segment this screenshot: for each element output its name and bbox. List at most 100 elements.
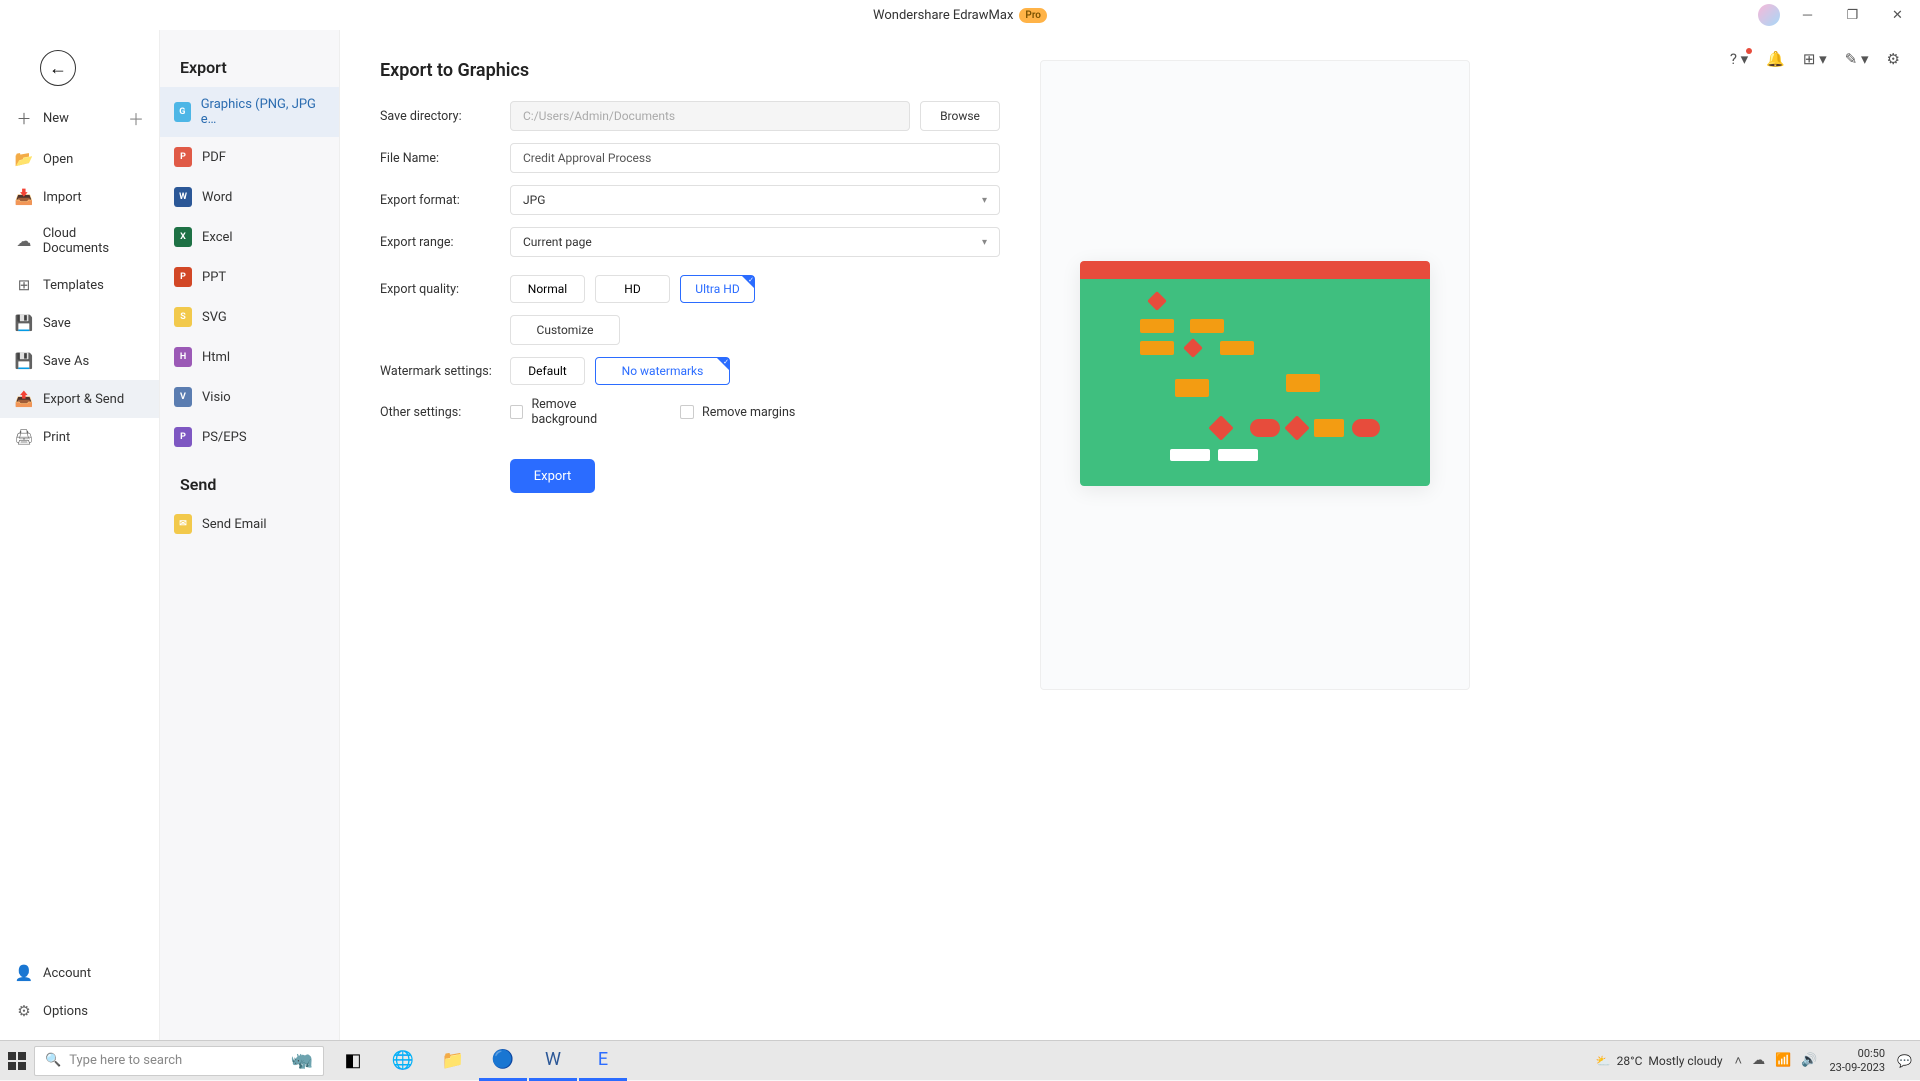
save-dir-label: Save directory: — [380, 109, 510, 124]
format-excel[interactable]: XExcel — [160, 217, 339, 257]
user-avatar[interactable] — [1758, 4, 1780, 26]
sidebar-icon: 📤 — [15, 390, 33, 408]
quality-label: Export quality: — [380, 282, 510, 297]
watermark-label: Watermark settings: — [380, 364, 510, 379]
taskbar: 🔍 Type here to search 🦏 ◧ 🌐 📁 🔵 W E ⛅ 28… — [0, 1040, 1920, 1080]
edit-icon[interactable]: ✎ ▾ — [1845, 50, 1869, 68]
format-pseps[interactable]: PPS/EPS — [160, 417, 339, 457]
plus-icon[interactable]: ＋ — [128, 106, 144, 130]
format-graphics[interactable]: GGraphics (PNG, JPG e… — [160, 87, 339, 137]
bell-icon[interactable]: 🔔 — [1766, 50, 1785, 68]
sidebar-item-open[interactable]: 📂Open — [0, 140, 159, 178]
apps-icon[interactable]: ⊞ ▾ — [1803, 50, 1827, 68]
format-icon: P — [174, 427, 192, 447]
tray-chevron-icon[interactable]: ˄ — [1735, 1053, 1743, 1069]
quality-option-normal[interactable]: Normal — [510, 275, 585, 303]
range-select[interactable]: Current page — [510, 227, 1000, 257]
quality-option-hd[interactable]: HD — [595, 275, 670, 303]
maximize-button[interactable]: ❐ — [1830, 0, 1875, 30]
sidebar-item-new[interactable]: ＋New＋ — [0, 96, 159, 140]
sidebar-item-account[interactable]: 👤Account — [0, 954, 159, 992]
browse-button[interactable]: Browse — [920, 101, 1000, 131]
watermark-option-no-watermarks[interactable]: No watermarks — [595, 357, 730, 385]
send-heading: Send — [160, 457, 339, 504]
format-icon: W — [174, 187, 192, 207]
sidebar-item-cloud-documents[interactable]: ☁Cloud Documents — [0, 216, 159, 266]
start-button[interactable] — [8, 1052, 26, 1070]
range-label: Export range: — [380, 235, 510, 250]
remove-bg-check[interactable]: Remove background — [510, 397, 640, 427]
export-heading: Export — [160, 40, 339, 87]
search-icon: 🔍 — [45, 1053, 61, 1068]
task-view-icon[interactable]: ◧ — [329, 1041, 377, 1081]
taskbar-search-input[interactable]: 🔍 Type here to search 🦏 — [34, 1046, 324, 1076]
page-heading: Export to Graphics — [380, 60, 1000, 81]
format-visio[interactable]: VVisio — [160, 377, 339, 417]
mail-icon: ✉ — [174, 514, 192, 534]
titlebar: Wondershare EdrawMax Pro ─ ❐ ✕ — [0, 0, 1920, 30]
sidebar-item-export-send[interactable]: 📤Export & Send — [0, 380, 159, 418]
format-select[interactable]: JPG — [510, 185, 1000, 215]
edrawmax-icon[interactable]: E — [579, 1041, 627, 1081]
filename-label: File Name: — [380, 151, 510, 166]
sidebar-item-import[interactable]: 📥Import — [0, 178, 159, 216]
sidebar-icon: 💾 — [15, 352, 33, 370]
sidebar-icon: 📥 — [15, 188, 33, 206]
chrome-icon[interactable]: 🔵 — [479, 1041, 527, 1081]
format-word[interactable]: WWord — [160, 177, 339, 217]
format-icon: P — [174, 147, 192, 167]
quality-option-ultra-hd[interactable]: Ultra HD — [680, 275, 755, 303]
toolbar-right: ? ▾ 🔔 ⊞ ▾ ✎ ▾ ⚙ — [1730, 50, 1900, 68]
watermark-option-default[interactable]: Default — [510, 357, 585, 385]
weather-icon: ⛅ — [1596, 1054, 1611, 1068]
search-animal-icon: 🦏 — [291, 1050, 313, 1071]
export-button[interactable]: Export — [510, 459, 595, 493]
weather-widget[interactable]: ⛅ 28°C Mostly cloudy — [1596, 1054, 1723, 1068]
customize-button[interactable]: Customize — [510, 315, 620, 345]
sidebar-item-save-as[interactable]: 💾Save As — [0, 342, 159, 380]
format-icon: G — [174, 102, 191, 122]
tray-notifications-icon[interactable]: 💬 — [1897, 1054, 1912, 1068]
sidebar-icon: ☁ — [15, 232, 33, 250]
filename-input[interactable] — [510, 143, 1000, 173]
app-title: Wondershare EdrawMax — [873, 8, 1013, 23]
sidebar-icon: 🖨 — [15, 428, 33, 446]
help-icon[interactable]: ? ▾ — [1730, 50, 1748, 68]
sidebar-item-templates[interactable]: ⊞Templates — [0, 266, 159, 304]
sidebar-item-options[interactable]: ⚙Options — [0, 992, 159, 1030]
sidebar-icon: 💾 — [15, 314, 33, 332]
preview-thumbnail — [1080, 261, 1430, 486]
sidebar-item-save[interactable]: 💾Save — [0, 304, 159, 342]
sidebar-item-print[interactable]: 🖨Print — [0, 418, 159, 456]
format-svg[interactable]: SSVG — [160, 297, 339, 337]
tray-volume-icon[interactable]: 🔊 — [1801, 1053, 1817, 1069]
tray-onedrive-icon[interactable]: ☁ — [1752, 1053, 1765, 1069]
format-icon: P — [174, 267, 192, 287]
settings-icon[interactable]: ⚙ — [1887, 50, 1900, 68]
main-content: Export to Graphics Save directory: Brows… — [340, 30, 1920, 1040]
back-button[interactable]: ← — [40, 50, 76, 86]
send-email[interactable]: ✉Send Email — [160, 504, 339, 544]
format-label: Export format: — [380, 193, 510, 208]
sidebar-icon: ⊞ — [15, 276, 33, 294]
format-pdf[interactable]: PPDF — [160, 137, 339, 177]
pro-badge: Pro — [1019, 8, 1047, 23]
close-button[interactable]: ✕ — [1875, 0, 1920, 30]
export-sidebar: Export GGraphics (PNG, JPG e…PPDFWWordXE… — [160, 30, 340, 1040]
save-dir-input — [510, 101, 910, 131]
format-icon: X — [174, 227, 192, 247]
edge-icon[interactable]: 🌐 — [379, 1041, 427, 1081]
taskbar-clock[interactable]: 00:50 23-09-2023 — [1830, 1047, 1886, 1073]
tray-wifi-icon[interactable]: 📶 — [1775, 1053, 1791, 1069]
format-ppt[interactable]: PPPT — [160, 257, 339, 297]
explorer-icon[interactable]: 📁 — [429, 1041, 477, 1081]
sidebar-icon: 📂 — [15, 150, 33, 168]
remove-margins-check[interactable]: Remove margins — [680, 405, 810, 420]
preview-panel — [1040, 60, 1470, 690]
word-icon[interactable]: W — [529, 1041, 577, 1081]
format-html[interactable]: HHtml — [160, 337, 339, 377]
format-icon: S — [174, 307, 192, 327]
minimize-button[interactable]: ─ — [1785, 0, 1830, 30]
other-label: Other settings: — [380, 405, 510, 420]
format-icon: H — [174, 347, 192, 367]
